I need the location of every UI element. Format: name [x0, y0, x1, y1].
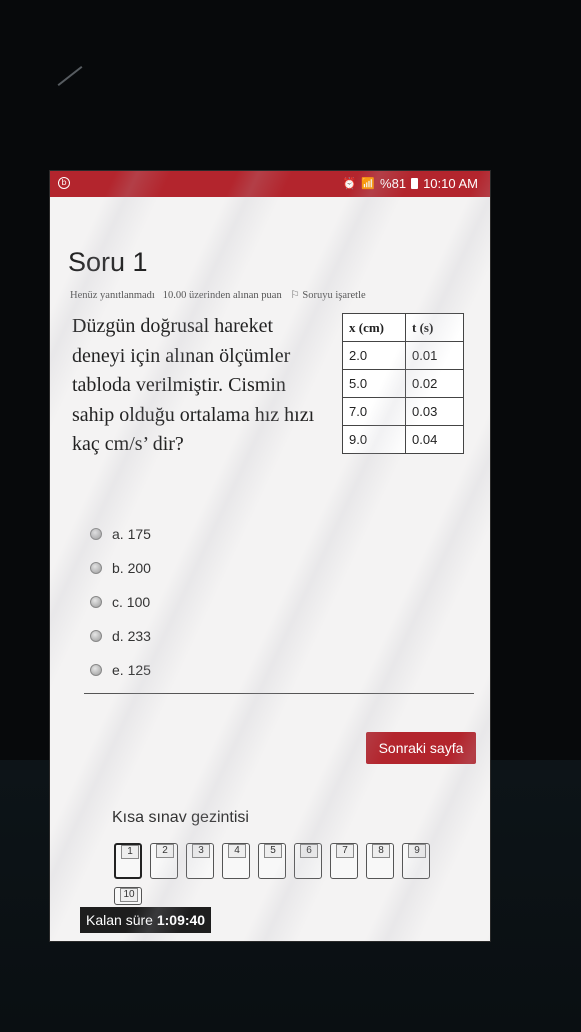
flag-icon[interactable]: ⚐	[290, 290, 299, 301]
answer-list: a. 175 b. 200 c. 100 d. 233 e. 125	[90, 517, 151, 687]
table-cell: 5.0	[342, 369, 406, 398]
answer-label[interactable]: c. 100	[112, 594, 150, 610]
quiz-content: Soru 1 Henüz yanıtlanmadı 10.00 üzerinde…	[50, 197, 490, 941]
table-cell: 0.04	[405, 425, 464, 454]
nav-question-number: 5	[264, 844, 282, 858]
nav-question-number: 7	[336, 844, 354, 858]
radio-button[interactable]	[90, 664, 102, 676]
table-row: 7.0 0.03	[342, 397, 464, 426]
radio-button[interactable]	[90, 562, 102, 574]
status-time: 10:10 AM	[423, 176, 478, 191]
radio-button[interactable]	[90, 528, 102, 540]
nav-question-number: 2	[156, 844, 174, 858]
nav-row: 1 2 3 4 5 6 7 8 9	[114, 843, 454, 879]
quiz-navigation: 1 2 3 4 5 6 7 8 9 10	[114, 843, 454, 913]
nav-question-button[interactable]: 7	[330, 843, 358, 879]
table-cell: 9.0	[342, 425, 406, 454]
nav-question-number: 9	[408, 844, 426, 858]
remaining-time: Kalan süre 1:09:40	[80, 907, 212, 933]
status-bar: b ⏰ 📶 %81 10:10 AM	[50, 171, 490, 197]
nav-question-button[interactable]: 2	[150, 843, 178, 879]
question-status: Henüz yanıtlanmadı	[70, 290, 155, 301]
alarm-icon: ⏰	[342, 178, 357, 190]
battery-text: %81	[380, 176, 407, 191]
nav-question-number: 6	[300, 844, 318, 858]
divider	[84, 693, 474, 694]
table-cell: 0.02	[405, 369, 464, 398]
nav-question-button[interactable]: 10	[114, 887, 142, 905]
nav-question-number: 4	[228, 844, 246, 858]
nav-question-button[interactable]: 6	[294, 843, 322, 879]
answer-label[interactable]: a. 175	[112, 526, 151, 542]
nav-row: 10	[114, 887, 454, 905]
answer-option-b[interactable]: b. 200	[90, 551, 151, 585]
measurement-table: x (cm) t (s) 2.0 0.01 5.0 0.02 7.0 0.03	[342, 313, 464, 454]
table-cell: 0.01	[405, 341, 464, 370]
table-cell: 2.0	[342, 341, 406, 370]
table-row: 2.0 0.01	[342, 341, 464, 370]
status-right: ⏰ 📶 %81 10:10 AM	[343, 176, 478, 191]
next-page-button[interactable]: Sonraki sayfa	[366, 732, 476, 764]
nav-question-number: 10	[120, 888, 138, 902]
nav-question-number: 1	[121, 845, 139, 859]
table-header-row: x (cm) t (s)	[342, 313, 464, 342]
table-cell: 7.0	[342, 397, 406, 426]
question-meta: Henüz yanıtlanmadı 10.00 üzerinden alına…	[70, 289, 366, 301]
answer-option-c[interactable]: c. 100	[90, 585, 151, 619]
nav-question-button[interactable]: 9	[402, 843, 430, 879]
question-text: Düzgün doğrusal hareket deneyi için alın…	[72, 315, 315, 455]
table-row: 5.0 0.02	[342, 369, 464, 398]
nav-question-button[interactable]: 1	[114, 843, 142, 879]
radio-button[interactable]	[90, 596, 102, 608]
answer-option-e[interactable]: e. 125	[90, 653, 151, 687]
table-row: 9.0 0.04	[342, 425, 464, 454]
battery-icon	[411, 178, 419, 189]
nav-question-button[interactable]: 4	[222, 843, 250, 879]
nav-question-number: 8	[372, 844, 390, 858]
answer-label[interactable]: b. 200	[112, 560, 151, 576]
question-title: Soru 1	[68, 247, 148, 277]
timer-label: Kalan süre	[86, 912, 153, 928]
screen-glare	[57, 65, 83, 87]
answer-option-a[interactable]: a. 175	[90, 517, 151, 551]
nav-question-number: 3	[192, 844, 210, 858]
table-header: x (cm)	[342, 313, 406, 342]
nav-question-button[interactable]: 3	[186, 843, 214, 879]
quiz-navigation-title: Kısa sınav gezintisi	[112, 809, 249, 826]
circle-b-icon: b	[58, 177, 70, 189]
wifi-signal-icon: 📶	[361, 178, 376, 190]
table-header: t (s)	[405, 313, 464, 342]
answer-label[interactable]: e. 125	[112, 662, 151, 678]
nav-question-button[interactable]: 8	[366, 843, 394, 879]
nav-question-button[interactable]: 5	[258, 843, 286, 879]
answer-label[interactable]: d. 233	[112, 628, 151, 644]
phone-screen: b ⏰ 📶 %81 10:10 AM Soru 1 Henüz yanıtlan…	[50, 171, 490, 941]
flag-question-link[interactable]: Soruyu işaretle	[302, 290, 365, 301]
question-points: 10.00 üzerinden alınan puan	[162, 290, 282, 301]
radio-button[interactable]	[90, 630, 102, 642]
answer-option-d[interactable]: d. 233	[90, 619, 151, 653]
table-cell: 0.03	[405, 397, 464, 426]
timer-value: 1:09:40	[156, 912, 206, 928]
